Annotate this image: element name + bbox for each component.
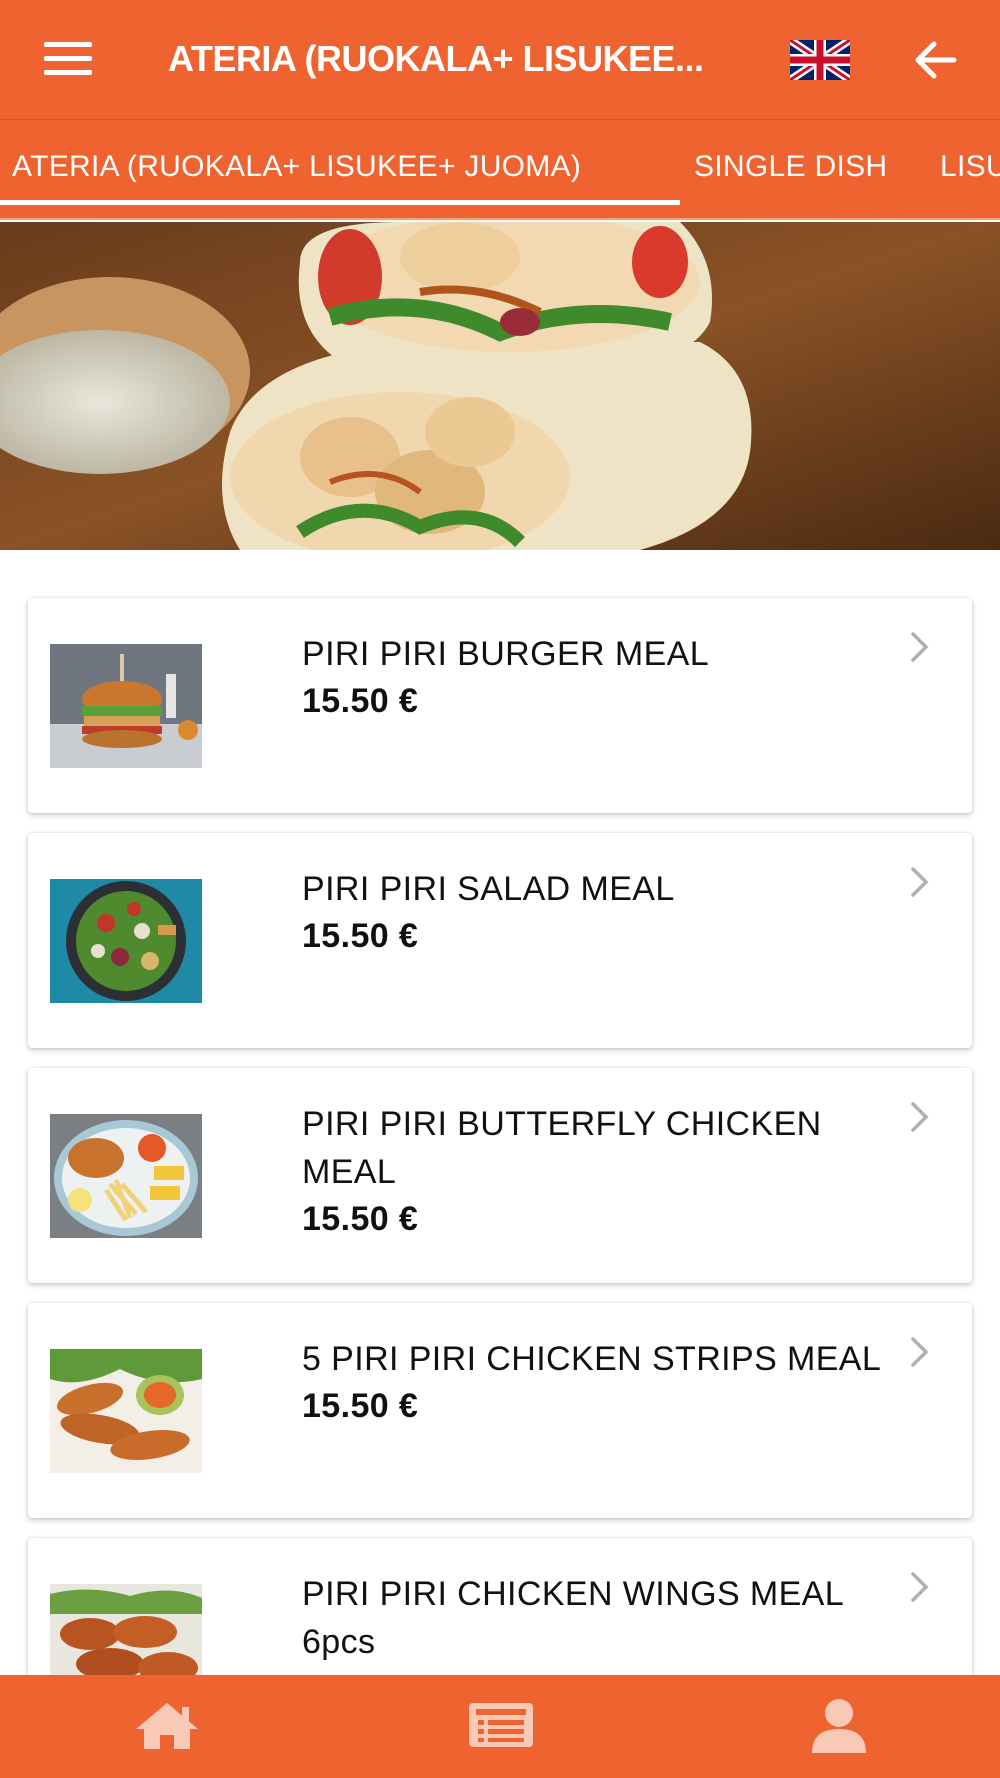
tab-single-dish[interactable]: SINGLE DISH <box>694 150 887 184</box>
tab-ateria[interactable]: ATERIA (RUOKALA+ LISUKEE+ JUOMA) <box>12 150 581 184</box>
product-price: 14.50 € <box>302 1666 902 1675</box>
app-screen: ATERIA (RUOKALA+ LISUKEE... ATERIA (RUOK… <box>0 0 1000 1778</box>
hamburger-menu-icon[interactable] <box>44 42 96 78</box>
product-price: 15.50 € <box>302 917 419 955</box>
product-thumbnail-chicken-strips <box>50 1349 202 1473</box>
chevron-right-icon <box>911 1572 929 1602</box>
product-thumbnail-chicken-wings <box>50 1584 202 1675</box>
product-info: PIRI PIRI BURGER MEAL 15.50 € <box>302 630 902 724</box>
chevron-right-icon <box>911 1337 929 1367</box>
product-price: 15.50 € <box>302 682 419 720</box>
product-info: PIRI PIRI CHICKEN WINGS MEAL 6pcs 14.50 … <box>302 1570 902 1675</box>
category-tabs: ATERIA (RUOKALA+ LISUKEE+ JUOMA) SINGLE … <box>0 120 1000 220</box>
product-info: 5 PIRI PIRI CHICKEN STRIPS MEAL 15.50 € <box>302 1335 902 1429</box>
product-name: PIRI PIRI BUTTERFLY CHICKEN MEAL <box>302 1105 822 1191</box>
product-list: PIRI PIRI BURGER MEAL 15.50 € PIRI PIRI … <box>0 550 1000 1675</box>
product-price: 15.50 € <box>302 1387 419 1425</box>
tab-lisu[interactable]: LISU <box>940 150 1000 184</box>
top-app-bar: ATERIA (RUOKALA+ LISUKEE... <box>0 0 1000 120</box>
product-thumbnail-butterfly-chicken <box>50 1114 202 1238</box>
product-thumbnail-salad <box>50 879 202 1003</box>
product-name: PIRI PIRI SALAD MEAL <box>302 870 675 908</box>
home-icon[interactable] <box>132 1695 202 1755</box>
product-name: PIRI PIRI CHICKEN WINGS MEAL 6pcs <box>302 1575 843 1661</box>
chevron-right-icon <box>911 867 929 897</box>
category-banner-image <box>0 222 1000 550</box>
product-card[interactable]: PIRI PIRI BURGER MEAL 15.50 € <box>28 598 972 813</box>
product-thumbnail-burger <box>50 644 202 768</box>
product-info: PIRI PIRI BUTTERFLY CHICKEN MEAL 15.50 € <box>302 1100 902 1242</box>
product-card[interactable]: PIRI PIRI CHICKEN WINGS MEAL 6pcs 14.50 … <box>28 1538 972 1675</box>
product-name: 5 PIRI PIRI CHICKEN STRIPS MEAL <box>302 1340 882 1378</box>
product-price: 15.50 € <box>302 1200 419 1238</box>
chevron-right-icon <box>911 1102 929 1132</box>
bottom-navigation <box>0 1675 1000 1778</box>
user-icon[interactable] <box>804 1695 874 1755</box>
product-card[interactable]: PIRI PIRI BUTTERFLY CHICKEN MEAL 15.50 € <box>28 1068 972 1283</box>
uk-flag-icon[interactable] <box>787 36 853 84</box>
product-name: PIRI PIRI BURGER MEAL <box>302 635 710 673</box>
active-tab-indicator <box>0 200 680 205</box>
product-card[interactable]: PIRI PIRI SALAD MEAL 15.50 € <box>28 833 972 1048</box>
arrow-left-icon[interactable] <box>908 36 962 84</box>
menu-list-icon[interactable] <box>466 1695 536 1755</box>
chevron-right-icon <box>911 632 929 662</box>
page-title: ATERIA (RUOKALA+ LISUKEE... <box>168 38 704 79</box>
product-info: PIRI PIRI SALAD MEAL 15.50 € <box>302 865 902 959</box>
product-card[interactable]: 5 PIRI PIRI CHICKEN STRIPS MEAL 15.50 € <box>28 1303 972 1518</box>
